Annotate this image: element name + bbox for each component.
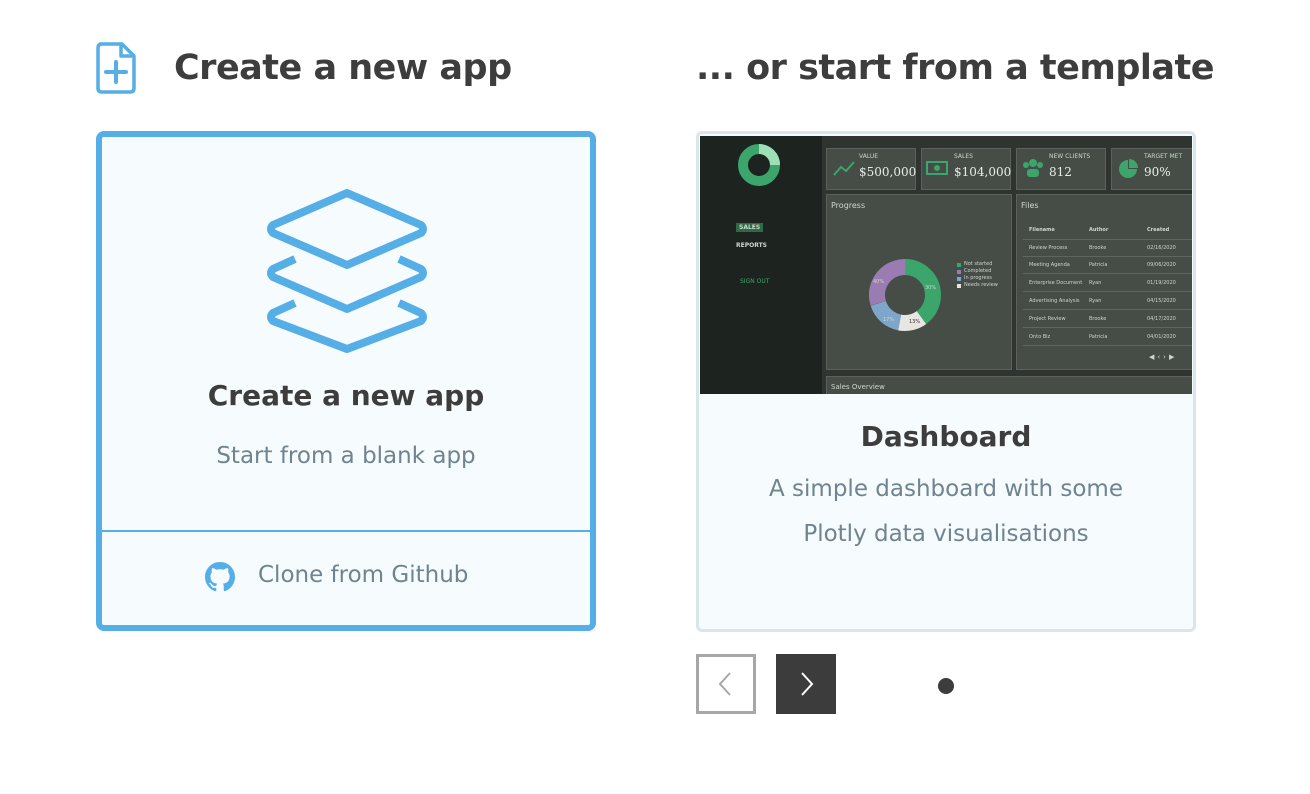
preview-kpi-clients: NEW CLIENTS 812 [1016, 148, 1106, 190]
preview-kpi-value: VALUE $500,000 [826, 148, 916, 190]
template-description-line1: A simple dashboard with some [769, 476, 1123, 502]
carousel-next-button[interactable] [776, 654, 836, 714]
preview-nav-sales: SALES [736, 223, 764, 232]
github-icon [205, 562, 235, 596]
template-heading: ... or start from a template [696, 48, 1215, 88]
preview-donut-chart [869, 258, 941, 331]
preview-overview-panel: Sales Overview [826, 376, 1192, 394]
carousel-prev-button[interactable] [696, 654, 756, 714]
clone-from-github-button[interactable]: Clone from Github [102, 532, 590, 625]
clone-label: Clone from Github [258, 562, 469, 588]
create-app-heading: Create a new app [174, 48, 512, 88]
preview-kpi-sales: SALES $104,000 [921, 148, 1011, 190]
preview-kpi-target: TARGET MET 90% [1111, 148, 1192, 190]
template-title: Dashboard [860, 420, 1032, 453]
trend-icon [833, 161, 855, 176]
pie-icon [1119, 159, 1138, 178]
carousel-page-indicator[interactable] [938, 678, 954, 694]
preview-files-panel: Files Filename Author Created Review Pro… [1016, 194, 1192, 370]
preview-nav-signout: SIGN OUT [740, 278, 770, 285]
preview-progress-panel: Progress 30% 40% 17% 13% Not started Com… [826, 194, 1012, 370]
chevron-right-icon [801, 672, 814, 696]
create-app-subtitle: Start from a blank app [216, 443, 476, 469]
preview-pager-icons: ◀‹›▶ [1149, 353, 1178, 361]
create-blank-app-button[interactable]: Create a new app Start from a blank app [102, 137, 590, 530]
dashboard-template-card[interactable]: SALES REPORTS SIGN OUT VALUE $500,000 SA… [696, 131, 1196, 632]
preview-sidebar: SALES REPORTS SIGN OUT [700, 136, 822, 394]
dashboard-preview-image: SALES REPORTS SIGN OUT VALUE $500,000 SA… [700, 136, 1192, 394]
add-file-icon [96, 42, 136, 94]
users-icon [1023, 159, 1043, 177]
money-icon [926, 161, 948, 175]
create-app-title: Create a new app [207, 379, 485, 412]
template-description-line2: Plotly data visualisations [803, 521, 1089, 547]
preview-nav-reports: REPORTS [736, 242, 767, 249]
create-app-card: Create a new app Start from a blank app … [96, 131, 596, 631]
layers-icon [265, 189, 429, 357]
preview-logo-icon [738, 144, 780, 186]
chevron-left-icon [718, 672, 731, 696]
